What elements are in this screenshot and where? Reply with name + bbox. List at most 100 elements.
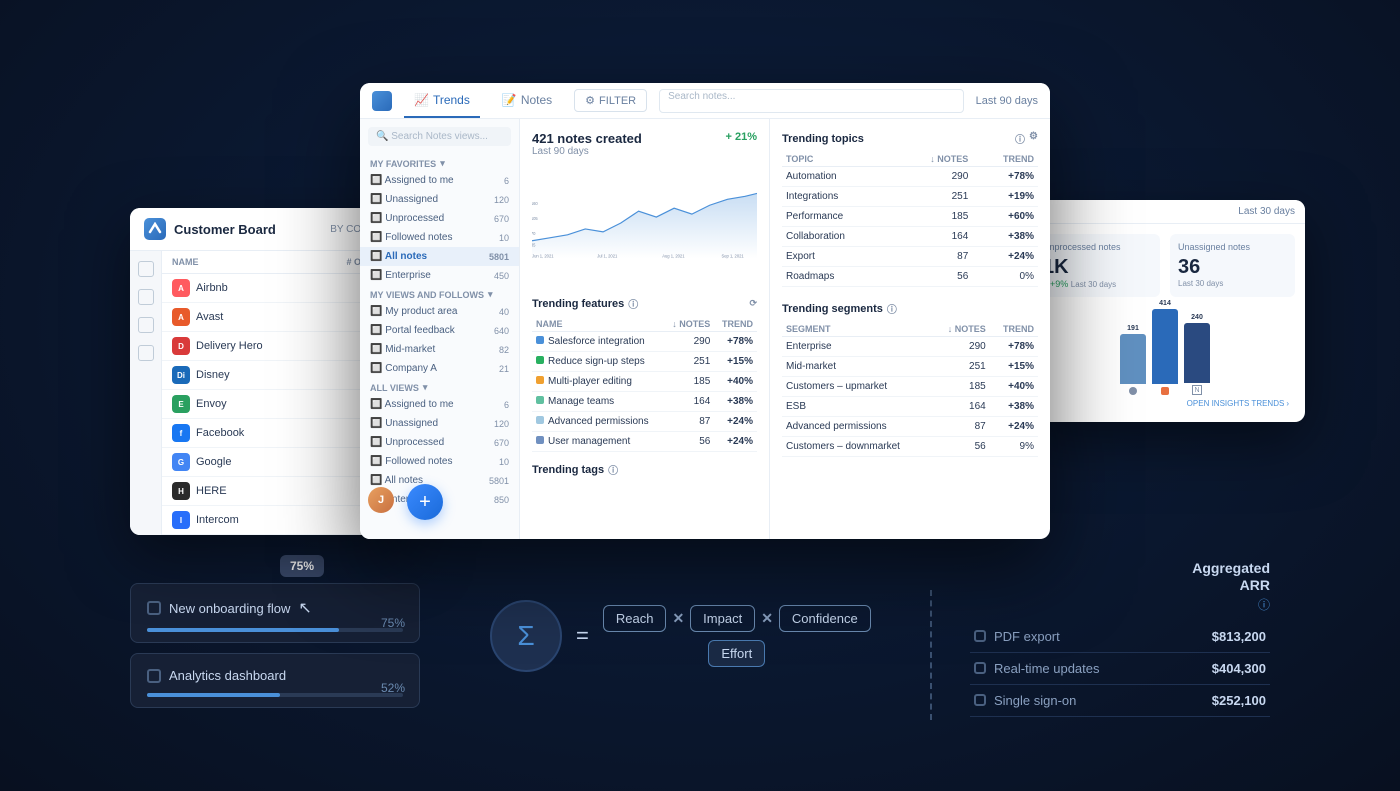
- tag-impact[interactable]: Impact: [690, 605, 755, 632]
- feature-notes: 290: [664, 332, 714, 352]
- progress-card-analytics: Analytics dashboard 52%: [130, 653, 420, 708]
- info-button[interactable]: ⓘ: [1015, 131, 1025, 146]
- progress-percent: 75%: [381, 616, 405, 630]
- tab-trends[interactable]: 📈 Trends: [404, 83, 480, 118]
- link-arrow: ›: [1286, 399, 1289, 408]
- bar-1: [1120, 334, 1146, 384]
- table-row[interactable]: Integrations 251 +19%: [782, 187, 1038, 207]
- sidebar-item-portal-feedback[interactable]: 🔲 Portal feedback640: [360, 321, 519, 340]
- col-segment: SEGMENT: [782, 322, 933, 337]
- svg-text:160: 160: [532, 201, 538, 206]
- remove-impact[interactable]: ✕: [761, 610, 773, 627]
- table-row[interactable]: Enterprise 290 +78%: [782, 337, 1038, 357]
- unprocessed-label: Unprocessed notes: [1043, 242, 1152, 252]
- svg-text:70: 70: [532, 231, 536, 236]
- nav-icon-2[interactable]: [138, 289, 154, 305]
- sidebar-item-assigned[interactable]: 🔲 Assigned to me6: [360, 171, 519, 190]
- company-icon: A: [172, 308, 190, 326]
- table-row[interactable]: User management 56 +24%: [532, 432, 757, 452]
- open-insights-link[interactable]: OPEN INSIGHTS TRENDS: [1187, 399, 1285, 408]
- bar-3: [1184, 323, 1210, 383]
- table-row[interactable]: Mid-market 251 +15%: [782, 357, 1038, 377]
- trending-topics-title: Trending topics ⓘ ⚙: [782, 131, 1038, 146]
- bar-value-3: 240: [1191, 314, 1203, 321]
- table-row[interactable]: Advanced permissions 87 +24%: [782, 417, 1038, 437]
- segments-table: SEGMENT ↓ NOTES TREND Enterprise 290 +78…: [782, 322, 1038, 457]
- topic-name: Performance: [782, 207, 895, 227]
- table-row[interactable]: Export 87 +24%: [782, 247, 1038, 267]
- tag-effort[interactable]: Effort: [708, 640, 765, 667]
- sidebar-item-all-unprocessed[interactable]: 🔲 Unprocessed670: [360, 433, 519, 452]
- feature-trend: +38%: [714, 392, 757, 412]
- table-row[interactable]: ESB 164 +38%: [782, 397, 1038, 417]
- refresh-icon[interactable]: ⟳: [749, 298, 757, 309]
- table-row[interactable]: Performance 185 +60%: [782, 207, 1038, 227]
- table-row[interactable]: Manage teams 164 +38%: [532, 392, 757, 412]
- progress-tooltip: 75%: [280, 555, 324, 577]
- tab-notes[interactable]: 📝 Notes: [492, 83, 562, 118]
- main-body: 🔍 Search Notes views... MY FAVORITES ▾ 🔲…: [360, 119, 1050, 539]
- feature-notes: 251: [664, 352, 714, 372]
- tag-confidence[interactable]: Confidence: [779, 605, 871, 632]
- card-title: Analytics dashboard: [169, 668, 286, 683]
- sidebar-item-all-unassigned[interactable]: 🔲 Unassigned120: [360, 414, 519, 433]
- topic-trend: +60%: [972, 207, 1038, 227]
- sidebar-item-mid-market[interactable]: 🔲 Mid-market82: [360, 340, 519, 359]
- segment-notes: 56: [933, 437, 990, 457]
- cursor-icon: ↖: [298, 598, 311, 618]
- feature-trend: +78%: [714, 332, 757, 352]
- table-row[interactable]: Automation 290 +78%: [782, 167, 1038, 187]
- filter-button[interactable]: ⚙ FILTER: [574, 89, 647, 112]
- sidebar-item-all-assigned[interactable]: 🔲 Assigned to me6: [360, 395, 519, 414]
- table-row[interactable]: Customers – downmarket 56 9%: [782, 437, 1038, 457]
- arr-table: PDF export $813,200 Real-time updates $4…: [970, 621, 1270, 717]
- sidebar-item-followed[interactable]: 🔲 Followed notes10: [360, 228, 519, 247]
- bar-value-2: 414: [1159, 300, 1171, 307]
- arr-dot: [974, 630, 986, 642]
- table-row[interactable]: Advanced permissions 87 +24%: [532, 412, 757, 432]
- nav-icon-1[interactable]: [138, 261, 154, 277]
- sidebar-item-unprocessed[interactable]: 🔲 Unprocessed670: [360, 209, 519, 228]
- progress-card-onboarding: New onboarding flow ↖ 75%: [130, 583, 420, 643]
- segment-trend: +15%: [990, 357, 1038, 377]
- nav-icon-4[interactable]: [138, 345, 154, 361]
- col-name: NAME: [532, 317, 664, 332]
- table-row[interactable]: Customers – upmarket 185 +40%: [782, 377, 1038, 397]
- notes-search-input[interactable]: Search notes...: [659, 89, 964, 113]
- formula-top-row: Reach ✕ Impact ✕ Confidence: [603, 605, 871, 632]
- sidebar-item-all-notes[interactable]: 🔲 All notes5801: [360, 247, 519, 266]
- unassigned-value: 36: [1178, 256, 1287, 279]
- info-icon: ⓘ: [887, 301, 897, 316]
- arr-dot: [974, 662, 986, 674]
- remove-reach[interactable]: ✕: [672, 610, 684, 627]
- sidebar-item-unassigned[interactable]: 🔲 Unassigned120: [360, 190, 519, 209]
- table-row[interactable]: Collaboration 164 +38%: [782, 227, 1038, 247]
- arr-row-value: $404,300: [1175, 652, 1270, 684]
- bar-value-1: 191: [1127, 325, 1139, 332]
- sidebar-item-company-a[interactable]: 🔲 Company A21: [360, 359, 519, 378]
- unassigned-notes-card: Unassigned notes 36 Last 30 days: [1170, 234, 1295, 297]
- sidebar-item-enterprise-fav[interactable]: 🔲 Enterprise450: [360, 266, 519, 285]
- formula-bottom-row: Effort: [603, 640, 871, 667]
- card-checkbox[interactable]: [147, 601, 161, 615]
- table-row[interactable]: Reduce sign-up steps 251 +15%: [532, 352, 757, 372]
- table-row[interactable]: Multi-player editing 185 +40%: [532, 372, 757, 392]
- tag-reach[interactable]: Reach: [603, 605, 667, 632]
- svg-text:Jul 1, 2021: Jul 1, 2021: [597, 253, 618, 258]
- sidebar-item-product-area[interactable]: 🔲 My product area40: [360, 302, 519, 321]
- chart-subtitle: Last 90 days: [532, 146, 642, 157]
- company-name: Facebook: [196, 427, 382, 439]
- table-row[interactable]: Roadmaps 56 0%: [782, 267, 1038, 287]
- settings-button[interactable]: ⚙: [1029, 131, 1038, 146]
- card-checkbox[interactable]: [147, 669, 161, 683]
- feature-trend: +24%: [714, 432, 757, 452]
- bar-icon-3: N: [1192, 385, 1202, 395]
- progress-cards-section: 75% New onboarding flow ↖ 75% Analytics …: [130, 555, 420, 718]
- nav-icon-3[interactable]: [138, 317, 154, 333]
- sidebar-item-all-followed[interactable]: 🔲 Followed notes10: [360, 452, 519, 471]
- sidebar-search[interactable]: 🔍 Search Notes views...: [368, 127, 511, 146]
- arr-row: Single sign-on $252,100: [970, 684, 1270, 716]
- feature-name: Reduce sign-up steps: [532, 352, 664, 372]
- fab-button[interactable]: +: [407, 484, 443, 520]
- table-row[interactable]: Salesforce integration 290 +78%: [532, 332, 757, 352]
